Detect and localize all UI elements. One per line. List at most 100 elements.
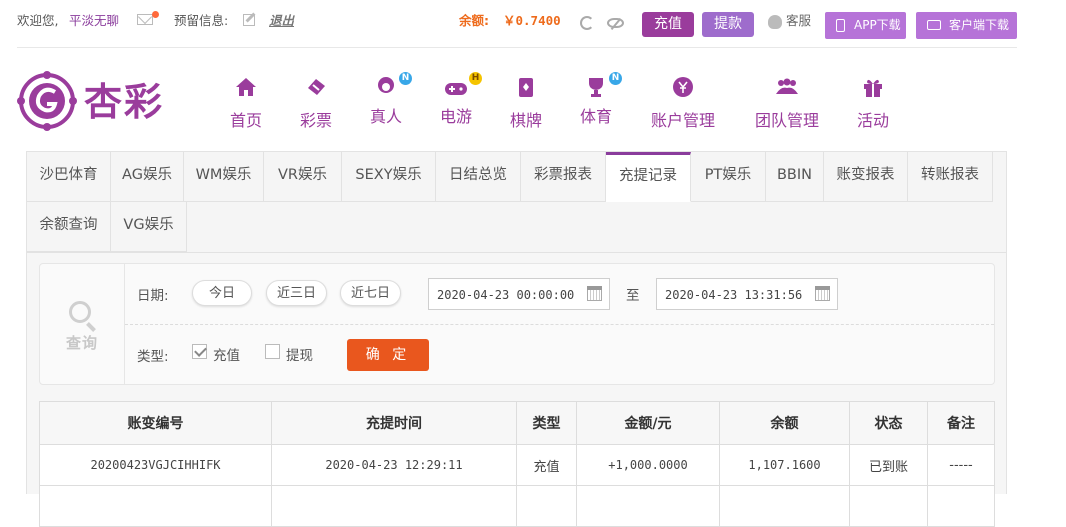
logout-link[interactable]: 退出: [269, 13, 294, 29]
nav-sports[interactable]: N 体育: [580, 72, 622, 127]
tab-transfer-report[interactable]: 转账报表: [908, 152, 993, 202]
col-header-balance: 余额: [719, 401, 850, 445]
cell-remark: -----: [927, 444, 995, 486]
nav-egames[interactable]: H 电游: [440, 72, 482, 127]
col-header-status: 状态: [849, 401, 928, 445]
phone-icon: [836, 19, 845, 32]
withdraw-checkbox-label[interactable]: 提现: [286, 344, 313, 364]
cell-amount: +1,000.0000: [576, 444, 720, 486]
nav-label: 真人: [370, 107, 403, 126]
nav-home[interactable]: 首页: [230, 76, 262, 131]
tab-daily-overview[interactable]: 日结总览: [436, 152, 521, 202]
tab-vg[interactable]: VG娱乐: [111, 202, 187, 252]
deposit-checkbox[interactable]: [192, 344, 207, 359]
reserved-info-label: 预留信息:: [174, 13, 229, 28]
col-header-type: 类型: [516, 401, 577, 445]
username[interactable]: 平淡无聊: [69, 13, 119, 29]
nav-team[interactable]: 团队管理: [754, 76, 820, 131]
nav-label: 活动: [857, 111, 890, 130]
deposit-button[interactable]: 充值: [642, 12, 694, 37]
nav-label: 彩票: [300, 111, 333, 130]
tab-bbin[interactable]: BBIN: [766, 152, 824, 202]
start-datetime-input[interactable]: 2020-04-23 00:00:00: [428, 278, 610, 310]
end-datetime-input[interactable]: 2020-04-23 13:31:56: [656, 278, 838, 310]
cell-type: 充值: [516, 444, 577, 486]
records-table: 账变编号 充提时间 类型 金额/元 余额 状态 备注 20200423VGJCI…: [39, 401, 995, 527]
mail-icon[interactable]: [137, 14, 153, 25]
tab-saba-sports[interactable]: 沙巴体育: [27, 152, 111, 202]
tab-deposit-withdraw-records[interactable]: 充提记录: [606, 152, 691, 202]
filter-query-section: [39, 263, 125, 385]
deposit-checkbox-label[interactable]: 充值: [213, 344, 240, 364]
nav-label: 首页: [230, 111, 263, 130]
tab-pt[interactable]: PT娱乐: [691, 152, 766, 202]
col-header-transaction-id: 账变编号: [39, 401, 272, 445]
nav-label: 账户管理: [650, 111, 715, 130]
client-download-label: 客户端下载: [949, 18, 1010, 32]
nav-lottery[interactable]: 彩票: [300, 76, 332, 131]
home-icon: [236, 78, 256, 96]
cell-balance: 1,107.1600: [719, 444, 850, 486]
col-header-time: 充提时间: [271, 401, 517, 445]
col-header-remark: 备注: [927, 401, 995, 445]
today-button[interactable]: 今日: [192, 280, 252, 306]
balance-value: ￥0.7400: [503, 13, 561, 28]
confirm-button[interactable]: 确 定: [347, 339, 429, 371]
logo-text[interactable]: 杏彩: [84, 80, 164, 124]
customer-service-icon[interactable]: [768, 15, 782, 29]
cell-time: 2020-04-23 12:29:11: [271, 444, 517, 486]
customer-service-link[interactable]: 客服: [786, 13, 811, 29]
new-badge: N: [609, 72, 622, 85]
nav-account[interactable]: 账户管理: [650, 76, 716, 131]
refresh-icon[interactable]: [580, 16, 594, 30]
search-icon: [69, 301, 91, 323]
hot-badge: H: [469, 72, 482, 85]
new-badge: N: [399, 72, 412, 85]
cell-status: 已到账: [849, 444, 928, 486]
nav-label: 电游: [440, 107, 473, 126]
last-7-days-button[interactable]: 近七日: [340, 280, 401, 306]
withdraw-button[interactable]: 提款: [702, 12, 754, 37]
end-datetime-value: 2020-04-23 13:31:56: [665, 288, 803, 302]
table-header-row: 账变编号 充提时间 类型 金额/元 余额 状态 备注: [39, 401, 995, 445]
nav-chess[interactable]: 棋牌: [510, 76, 542, 131]
type-label: 类型:: [137, 349, 169, 365]
edit-icon[interactable]: [243, 14, 255, 26]
col-header-amount: 金额/元: [576, 401, 720, 445]
nav-label: 团队管理: [754, 111, 819, 130]
tab-ag[interactable]: AG娱乐: [111, 152, 184, 202]
table-row: 20200423VGJCIHHIFK 2020-04-23 12:29:11 充…: [39, 444, 995, 486]
tab-wm[interactable]: WM娱乐: [184, 152, 264, 202]
nav-label: 体育: [580, 107, 613, 126]
last-3-days-button[interactable]: 近三日: [266, 280, 327, 306]
gift-icon: [864, 79, 882, 97]
ticket-icon: [308, 79, 325, 95]
nav-live[interactable]: N 真人: [370, 72, 412, 127]
app-download-button[interactable]: APP下载: [825, 12, 906, 39]
logo-emblem-icon[interactable]: [17, 70, 77, 132]
calendar-icon[interactable]: [587, 286, 602, 301]
client-download-button[interactable]: 客户端下载: [916, 12, 1017, 39]
nav-promotions[interactable]: 活动: [857, 76, 889, 131]
team-icon: [776, 78, 798, 94]
tab-balance-inquiry[interactable]: 余额查询: [27, 202, 111, 252]
start-datetime-value: 2020-04-23 00:00:00: [437, 288, 575, 302]
calendar-icon[interactable]: [815, 286, 830, 301]
withdraw-checkbox[interactable]: [265, 344, 280, 359]
tab-balance-change-report[interactable]: 账变报表: [824, 152, 908, 202]
query-label: 查询: [66, 334, 99, 352]
tab-vr[interactable]: VR娱乐: [264, 152, 342, 202]
hide-balance-icon[interactable]: [607, 18, 624, 28]
tab-sexy[interactable]: SEXY娱乐: [342, 152, 436, 202]
top-bar: 欢迎您, 平淡无聊 预留信息: 退出 余额: ￥0.7400 充值 提款 客服 …: [0, 0, 1066, 48]
dealer-icon: [378, 77, 394, 93]
monitor-icon: [927, 20, 941, 30]
yen-icon: [673, 77, 693, 97]
report-tabs: 沙巴体育 AG娱乐 WM娱乐 VR娱乐 SEXY娱乐 日结总览 彩票报表 充提记…: [27, 152, 1006, 253]
unread-dot: [152, 11, 159, 18]
cell-transaction-id: 20200423VGJCIHHIFK: [39, 444, 272, 486]
trophy-icon: [589, 78, 603, 97]
tab-lottery-report[interactable]: 彩票报表: [521, 152, 606, 202]
gamepad-icon: [445, 83, 467, 95]
table-row: [39, 485, 995, 527]
